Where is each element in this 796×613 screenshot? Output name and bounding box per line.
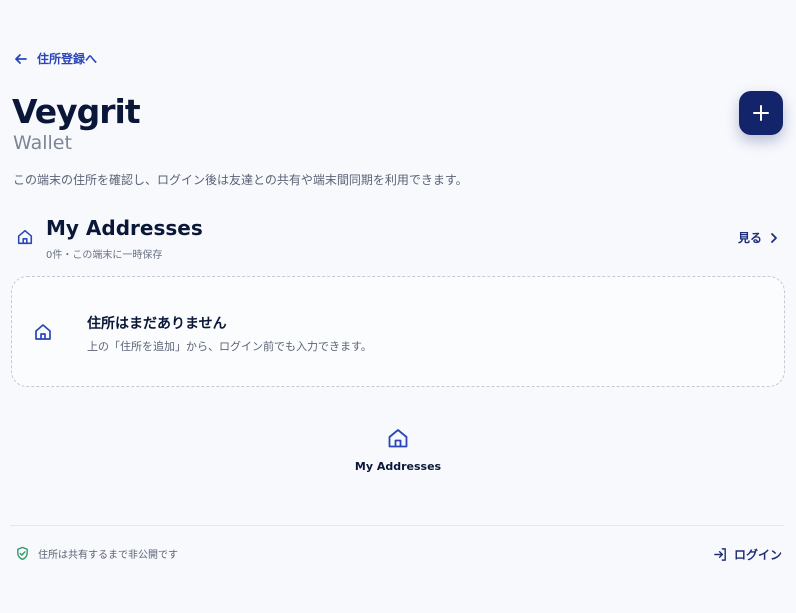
section-meta: 0件・この端末に一時保存 bbox=[46, 250, 163, 261]
view-link-label: 見る bbox=[737, 231, 762, 245]
section-title: My Addresses bbox=[46, 216, 203, 240]
login-button[interactable]: ログイン bbox=[713, 546, 782, 563]
privacy-text: 住所は共有するまで非公開です bbox=[38, 550, 178, 561]
footer-divider bbox=[10, 525, 784, 526]
home-icon bbox=[35, 324, 51, 340]
plus-icon bbox=[753, 105, 769, 121]
arrow-left-icon bbox=[15, 53, 27, 64]
my-addresses-nav-item[interactable]: My Addresses bbox=[298, 426, 498, 473]
home-icon bbox=[388, 429, 408, 448]
back-link-label: 住所登録へ bbox=[37, 52, 98, 66]
page-description: この端末の住所を確認し、ログイン後は友達との共有や端末間同期を利用できます。 bbox=[13, 173, 468, 187]
shield-check-icon bbox=[17, 546, 28, 561]
login-icon bbox=[714, 548, 726, 561]
brand-title: Veygrit bbox=[12, 92, 141, 131]
chevron-right-icon bbox=[771, 232, 777, 243]
privacy-note: 住所は共有するまで非公開です bbox=[15, 546, 178, 561]
empty-state-title: 住所はまだありません bbox=[87, 316, 227, 332]
brand-subtitle: Wallet bbox=[13, 132, 72, 154]
empty-state-card: 住所はまだありません 上の「住所を追加」から、ログイン前でも入力できます。 bbox=[11, 276, 785, 387]
login-label: ログイン bbox=[733, 548, 782, 562]
home-icon bbox=[17, 229, 33, 245]
my-addresses-nav-label: My Addresses bbox=[354, 460, 442, 473]
page: 住所登録へ Veygrit Wallet この端末の住所を確認し、ログイン後は友… bbox=[0, 0, 796, 613]
view-addresses-link[interactable]: 見る bbox=[738, 229, 780, 246]
add-address-button[interactable] bbox=[739, 91, 783, 135]
empty-state-text: 上の「住所を追加」から、ログイン前でも入力できます。 bbox=[87, 340, 372, 353]
back-to-address-registration-link[interactable]: 住所登録へ bbox=[13, 50, 97, 67]
